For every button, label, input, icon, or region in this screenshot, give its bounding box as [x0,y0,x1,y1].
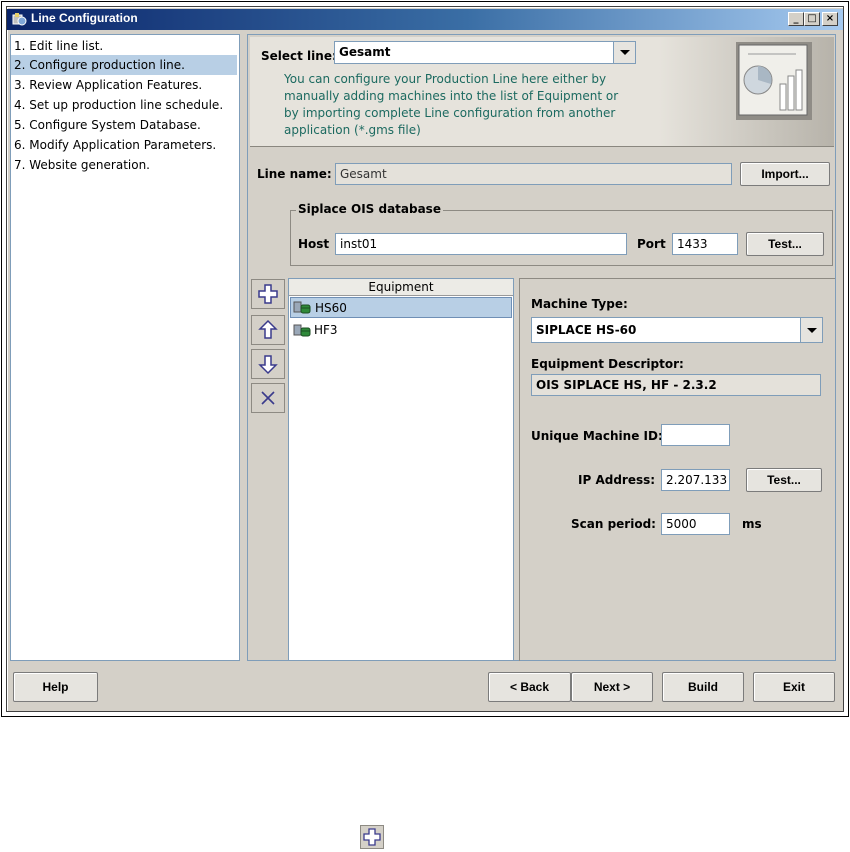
description-line-4: application (*.gms file) [284,123,421,137]
siplace-ois-group-title: Siplace OIS database [296,202,443,216]
window-title: Line Configuration [31,11,138,25]
unique-machine-id-field[interactable] [661,424,730,446]
plus-icon [258,284,278,304]
app-icon [12,13,27,26]
chevron-down-icon [620,50,630,55]
plus-icon [363,828,381,846]
host-label: Host [298,237,330,251]
back-button[interactable]: < Back [488,672,571,702]
import-button[interactable]: Import... [740,162,830,186]
step-configure-system-database[interactable]: 5. Configure System Database. [11,115,237,135]
equipment-item-label: HS60 [315,301,347,315]
equipment-column-header[interactable]: Equipment [289,279,513,296]
step-review-application-features[interactable]: 3. Review Application Features. [11,75,237,95]
description-line-3: by importing complete Line configuration… [284,106,616,120]
select-line-combo[interactable]: Gesamt [334,41,636,64]
step-website-generation[interactable]: 7. Website generation. [11,155,237,175]
equipment-item-hf3[interactable]: HF3 [290,320,512,341]
unique-machine-id-label: Unique Machine ID: [531,429,663,443]
line-name-label: Line name: [257,167,332,181]
step-edit-line-list[interactable]: 1. Edit line list. [11,36,237,56]
port-field[interactable]: 1433 [672,233,738,255]
line-name-field[interactable]: Gesamt [335,163,732,185]
plus-icon-sample [360,825,384,849]
machine-type-combo[interactable]: SIPLACE HS-60 [531,317,823,343]
add-equipment-button[interactable] [251,279,285,309]
equipment-item-label: HF3 [314,323,338,337]
x-icon [261,391,275,405]
move-up-button[interactable] [251,315,285,345]
maximize-button[interactable]: □ [804,12,820,26]
line-chart-graphic-icon [736,42,812,120]
minimize-button[interactable]: _ [788,12,804,26]
port-label: Port [637,237,666,251]
machine-icon [293,301,311,314]
arrow-down-icon [258,355,278,375]
scan-period-field[interactable]: 5000 [661,513,730,535]
move-down-button[interactable] [251,349,285,379]
ois-test-button[interactable]: Test... [746,232,824,256]
ip-test-button[interactable]: Test... [746,468,822,492]
close-button[interactable]: × [822,12,838,26]
equipment-descriptor-field: OIS SIPLACE HS, HF - 2.3.2 [531,374,821,396]
scan-period-label: Scan period: [571,517,656,531]
help-button[interactable]: Help [13,672,98,702]
exit-button[interactable]: Exit [753,672,835,702]
equipment-item-hs60[interactable]: HS60 [290,297,512,318]
host-field[interactable]: inst01 [335,233,627,255]
machine-type-value: SIPLACE HS-60 [536,323,637,337]
select-line-dropdown-button[interactable] [613,42,635,63]
scan-period-unit: ms [742,517,762,531]
step-configure-production-line[interactable]: 2. Configure production line. [11,55,237,75]
step-modify-application-parameters[interactable]: 6. Modify Application Parameters. [11,135,237,155]
remove-equipment-button[interactable] [251,383,285,413]
arrow-up-icon [258,319,278,339]
select-line-value: Gesamt [339,45,391,59]
build-button[interactable]: Build [662,672,744,702]
description-line-2: manually adding machines into the list o… [284,89,619,103]
step-production-line-schedule[interactable]: 4. Set up production line schedule. [11,95,237,115]
machine-type-label: Machine Type: [531,297,628,311]
select-line-label: Select line: [261,49,337,63]
equipment-descriptor-label: Equipment Descriptor: [531,357,684,371]
ip-address-field[interactable]: 2.207.133 [661,469,730,491]
machine-type-dropdown-button[interactable] [800,318,822,342]
description-line-1: You can configure your Production Line h… [284,72,607,86]
ip-address-label: IP Address: [578,473,656,487]
machine-icon [293,324,311,337]
chevron-down-icon [807,328,817,333]
next-button[interactable]: Next > [571,672,653,702]
